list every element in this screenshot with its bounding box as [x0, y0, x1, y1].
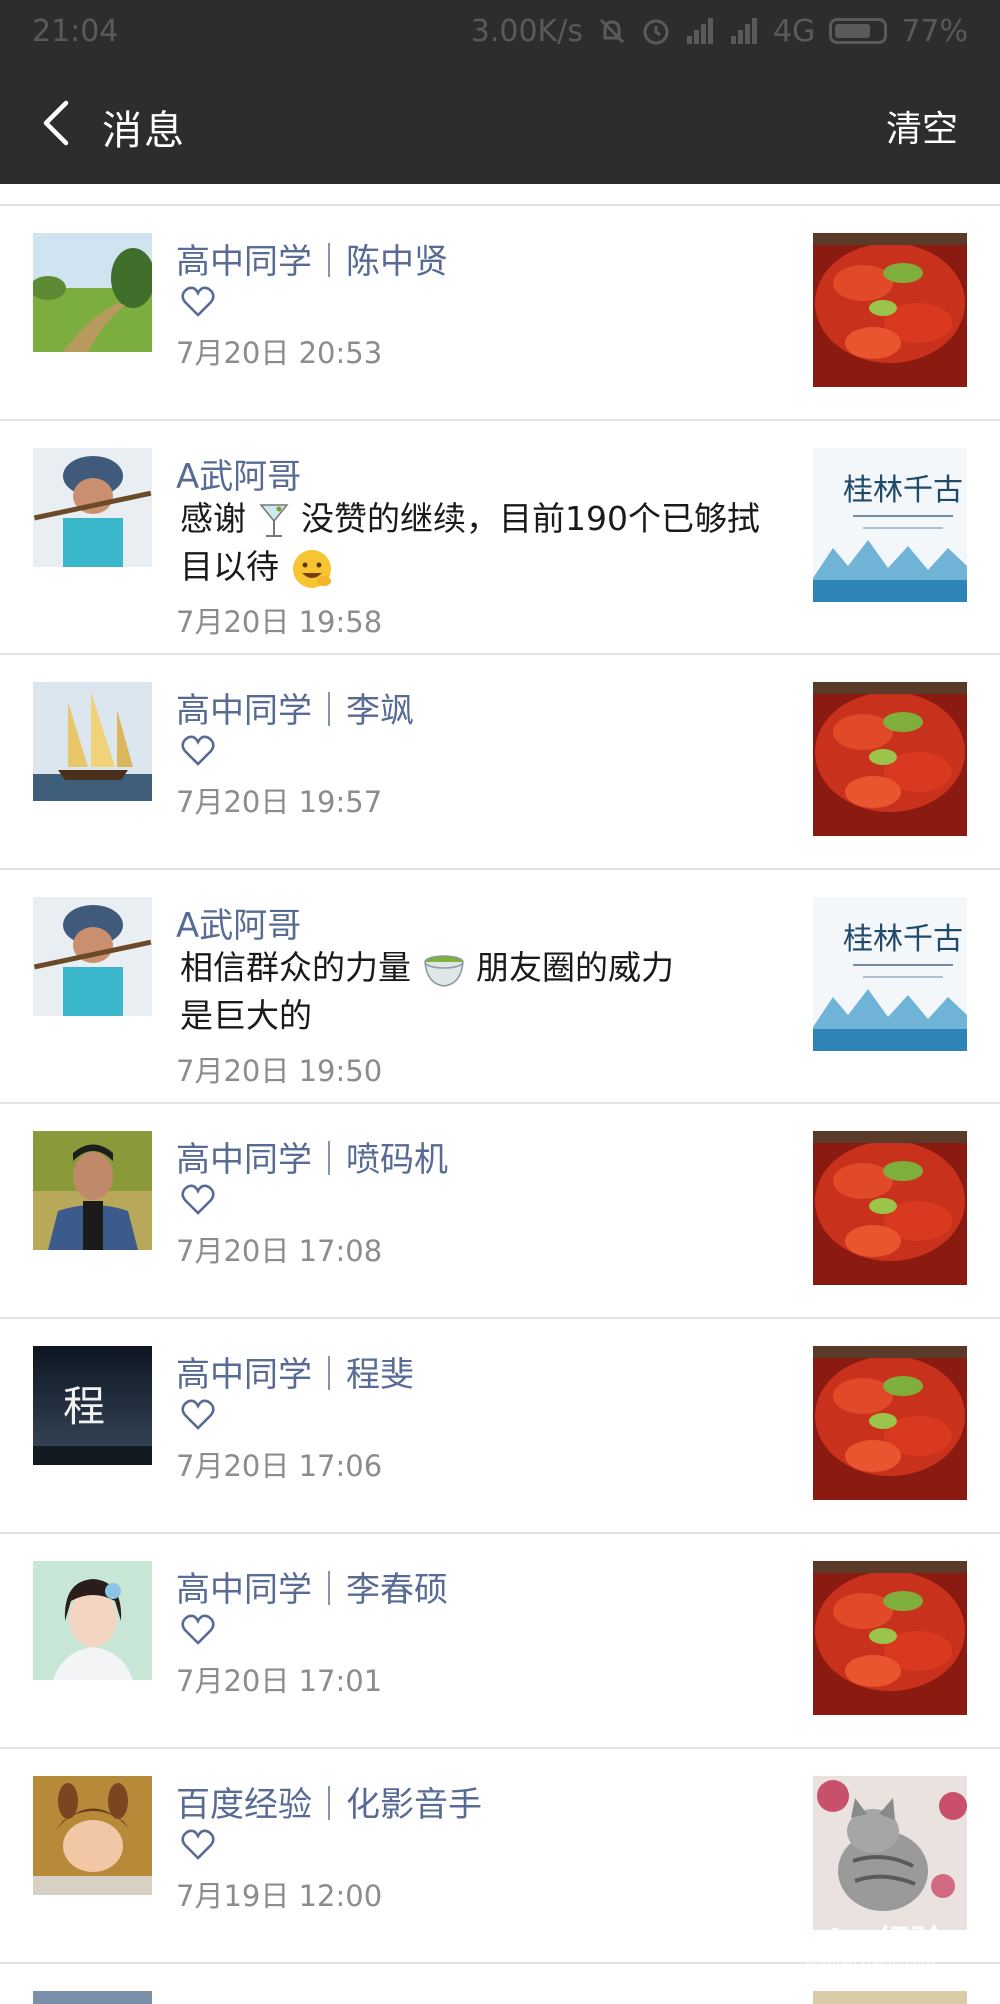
avatar[interactable] [33, 682, 152, 801]
avatar[interactable] [33, 448, 152, 567]
comment-part: 感谢 [180, 499, 246, 538]
message-row[interactable]: A武阿哥 相信群众的力量 朋友圈的威力是巨大的 7月20日 19:50 桂林千古 [0, 870, 1000, 1104]
landscape-path-image [33, 233, 152, 352]
sender-name[interactable]: A武阿哥 [176, 898, 301, 947]
moment-thumbnail[interactable]: 桂林千古 [813, 448, 967, 602]
moment-thumbnail[interactable] [813, 1991, 967, 2004]
avatar[interactable] [33, 1991, 152, 2004]
sender-name[interactable]: 高中同学｜李春硕 [176, 1562, 448, 1611]
alarm-icon [641, 16, 671, 46]
flute-player-image [33, 897, 152, 1016]
girl-portrait-image [33, 1561, 152, 1680]
network-speed: 3.00K/s [470, 13, 583, 49]
comment-text: 相信群众的力量 朋友圈的威力是巨大的 [180, 944, 680, 1040]
guilin-poster-title: 桂林千古 [843, 922, 963, 957]
message-time: 7月20日 19:50 [176, 1054, 383, 1088]
moment-thumbnail[interactable] [813, 1561, 967, 1715]
heart-icon [181, 286, 215, 317]
sender-name[interactable]: 百度经验｜化影音手 [176, 1777, 482, 1826]
signal-icon [685, 16, 715, 46]
moment-thumbnail[interactable] [813, 682, 967, 836]
guilin-poster-image: 桂林千古 [813, 897, 967, 1051]
message-list: 高中同学｜陈中贤 7月20日 20:53 A武阿哥 感谢 没赞的继续，目前190… [0, 184, 1000, 2004]
network-type: 4G [772, 13, 816, 49]
sender-name[interactable]: A武阿哥 [176, 449, 301, 498]
heart-icon [181, 1614, 215, 1645]
baby-costume-image [33, 1776, 152, 1895]
message-time: 7月20日 20:53 [176, 336, 383, 370]
nav-bar: 消息 清空 [0, 62, 1000, 184]
sender-name[interactable]: 高中同学｜喷码机 [176, 1132, 448, 1181]
status-bar: 21:04 3.00K/s 4G 77% [0, 0, 1000, 62]
sender-name[interactable]: 高中同学｜程斐 [176, 1347, 414, 1396]
message-time: 7月20日 19:58 [176, 605, 383, 639]
guilin-poster-title: 桂林千古 [843, 473, 963, 508]
mute-bell-icon [597, 16, 627, 46]
page-title: 消息 [102, 108, 186, 154]
heart-icon [181, 1829, 215, 1860]
comment-text: 感谢 没赞的继续，目前190个已够拭目以待 [180, 495, 760, 591]
message-time: 7月20日 17:08 [176, 1234, 383, 1268]
message-row[interactable]: 高中同学｜喷码机 7月20日 17:08 [0, 1104, 1000, 1319]
clear-button[interactable]: 清空 [886, 100, 958, 152]
cocktail-emoji-icon [258, 503, 289, 537]
cheng-character-image: 程 [33, 1346, 152, 1465]
avatar[interactable] [33, 1131, 152, 1250]
young-man-image [33, 1131, 152, 1250]
battery-percent: 77% [901, 13, 968, 49]
status-time: 21:04 [32, 13, 119, 49]
crayfish-dish-image [813, 233, 967, 387]
avatar[interactable] [33, 1561, 152, 1680]
message-row[interactable]: 高中同学｜陈中贤 7月20日 20:53 [0, 206, 1000, 421]
crayfish-dish-image [813, 1346, 967, 1500]
message-time: 7月20日 19:57 [176, 785, 383, 819]
crayfish-dish-image [813, 1131, 967, 1285]
tea-cup-emoji-icon [423, 954, 464, 987]
battery-icon [829, 18, 888, 44]
baidu-watermark-url: jingyan.baidu.com [805, 1956, 935, 1972]
moment-thumbnail[interactable] [813, 1346, 967, 1500]
sailing-ship-image [33, 682, 152, 801]
grinning-emoji-icon [292, 549, 331, 588]
heart-icon [181, 1184, 215, 1215]
guilin-poster-image: 桂林千古 [813, 448, 967, 602]
moment-thumbnail[interactable]: 桂林千古 [813, 897, 967, 1051]
heart-icon [181, 735, 215, 766]
avatar[interactable] [33, 233, 152, 352]
sender-name[interactable]: 高中同学｜陈中贤 [176, 234, 448, 283]
cat-photo-image [813, 1776, 967, 1930]
message-row[interactable]: 高中同学｜李春硕 7月20日 17:01 [0, 1534, 1000, 1749]
message-time: 7月20日 17:06 [176, 1449, 383, 1483]
message-time: 7月19日 12:00 [176, 1879, 383, 1913]
list-divider [0, 184, 1000, 206]
avatar-character: 程 [63, 1382, 105, 1431]
message-time: 7月20日 17:01 [176, 1664, 383, 1698]
avatar[interactable]: 程 [33, 1346, 152, 1465]
status-icons: 3.00K/s 4G 77% [471, 14, 968, 49]
signal-icon [729, 16, 759, 46]
back-button[interactable] [28, 96, 82, 150]
moment-thumbnail[interactable] [813, 233, 967, 387]
message-row[interactable]: 程 高中同学｜程斐 7月20日 17:06 [0, 1319, 1000, 1534]
comment-part: 相信群众的力量 [180, 948, 411, 987]
avatar[interactable] [33, 897, 152, 1016]
moment-thumbnail[interactable] [813, 1131, 967, 1285]
heart-icon [181, 1399, 215, 1430]
crayfish-dish-image [813, 682, 967, 836]
sender-name[interactable]: 高中同学｜李飒 [176, 683, 414, 732]
crayfish-dish-image [813, 1561, 967, 1715]
flute-player-image [33, 448, 152, 567]
chevron-left-icon [43, 100, 69, 146]
message-row[interactable]: A武阿哥 感谢 没赞的继续，目前190个已够拭目以待 7月20日 19:58 桂… [0, 421, 1000, 655]
message-row[interactable]: 高中同学｜李飒 7月20日 19:57 [0, 655, 1000, 870]
avatar[interactable] [33, 1776, 152, 1895]
moment-thumbnail[interactable] [813, 1776, 967, 1930]
